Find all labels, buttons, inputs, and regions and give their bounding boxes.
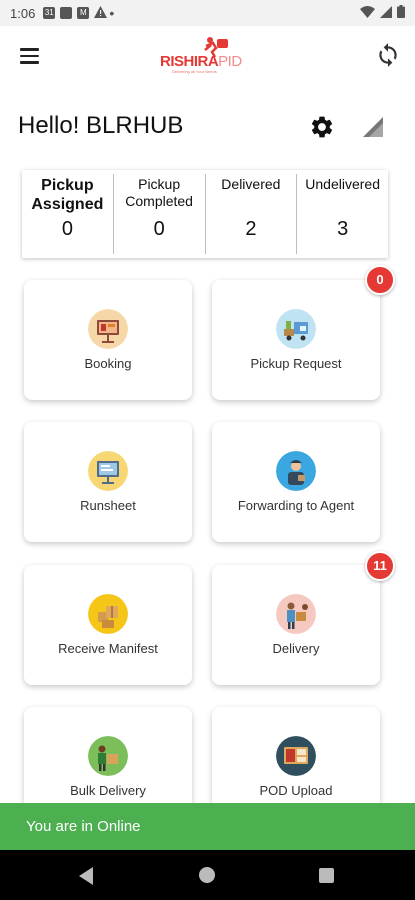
photo-icon bbox=[60, 7, 73, 19]
status-bar: 1:06 31 M • bbox=[0, 0, 415, 26]
snackbar-text: You are in Online bbox=[26, 818, 141, 835]
stats-card: Pickup Assigned 0 Pickup Completed 0 Del… bbox=[22, 170, 388, 258]
app-bar: RISHIRAPID Delivering all Your Needs bbox=[0, 26, 415, 86]
pod-upload-icon bbox=[276, 736, 316, 776]
greeting-text: Hello! BLRHUB bbox=[18, 112, 184, 139]
cell-signal-icon bbox=[380, 5, 392, 21]
bulk-delivery-icon bbox=[88, 736, 128, 776]
stat-delivered[interactable]: Delivered 2 bbox=[206, 174, 298, 254]
tile-booking[interactable]: Booking bbox=[24, 280, 192, 400]
wifi-icon bbox=[360, 5, 375, 21]
status-time: 1:06 bbox=[10, 5, 36, 21]
gmail-icon: M bbox=[77, 7, 90, 19]
logo-tagline: Delivering all Your Needs bbox=[172, 69, 217, 74]
stat-value: 0 bbox=[153, 218, 165, 240]
delivery-icon bbox=[276, 594, 316, 634]
tile-receive-manifest[interactable]: Receive Manifest bbox=[24, 565, 192, 685]
tile-delivery[interactable]: Delivery bbox=[212, 565, 380, 685]
tile-label: POD Upload bbox=[259, 783, 333, 798]
greeting-row: Hello! BLRHUB bbox=[0, 108, 415, 148]
tile-label: Bulk Delivery bbox=[70, 783, 146, 798]
tile-label: Delivery bbox=[272, 641, 320, 656]
stat-undelivered[interactable]: Undelivered 3 bbox=[297, 174, 388, 254]
calendar-icon: 31 bbox=[43, 7, 56, 19]
refresh-icon[interactable] bbox=[375, 42, 401, 68]
tile-label: Receive Manifest bbox=[58, 641, 158, 656]
stat-label: Pickup Assigned bbox=[31, 177, 104, 213]
warning-icon bbox=[94, 5, 108, 21]
back-icon[interactable] bbox=[79, 867, 93, 885]
delivery-badge: 11 bbox=[365, 551, 395, 581]
pickup-request-badge: 0 bbox=[365, 265, 395, 295]
online-status-snackbar: You are in Online bbox=[0, 803, 415, 850]
stat-label: Undelivered bbox=[305, 176, 380, 192]
battery-icon bbox=[397, 5, 405, 21]
forwarding-agent-icon bbox=[276, 451, 316, 491]
system-nav-bar bbox=[0, 850, 415, 900]
logo-accent: PID bbox=[218, 53, 242, 70]
stat-pickup-completed[interactable]: Pickup Completed 0 bbox=[114, 174, 206, 254]
tile-pickup-request[interactable]: Pickup Request bbox=[212, 280, 380, 400]
pickup-request-icon bbox=[276, 309, 316, 349]
tile-label: Forwarding to Agent bbox=[237, 498, 355, 513]
tile-forwarding-to-agent[interactable]: Forwarding to Agent bbox=[212, 422, 380, 542]
logo-main: RISHIRA bbox=[160, 53, 219, 70]
stat-value: 3 bbox=[337, 218, 349, 240]
runsheet-icon bbox=[88, 451, 128, 491]
stat-label: Delivered bbox=[221, 176, 281, 192]
notification-dot: • bbox=[109, 5, 115, 21]
booking-icon bbox=[88, 309, 128, 349]
menu-icon[interactable] bbox=[20, 43, 46, 69]
stat-value: 2 bbox=[245, 218, 257, 240]
stat-pickup-assigned[interactable]: Pickup Assigned 0 bbox=[22, 174, 114, 254]
app-logo: RISHIRAPID Delivering all Your Needs bbox=[160, 36, 260, 78]
logo-wordmark: RISHIRAPID bbox=[160, 53, 242, 70]
stat-label: Pickup Completed bbox=[125, 176, 193, 209]
signal-icon bbox=[361, 115, 385, 139]
receive-manifest-icon bbox=[88, 594, 128, 634]
tile-label: Runsheet bbox=[80, 498, 136, 513]
tile-label: Pickup Request bbox=[250, 356, 342, 371]
gear-icon[interactable] bbox=[309, 114, 335, 140]
status-right-icons bbox=[360, 5, 405, 21]
tile-runsheet[interactable]: Runsheet bbox=[24, 422, 192, 542]
recent-apps-icon[interactable] bbox=[319, 868, 334, 883]
stat-value: 0 bbox=[61, 218, 73, 240]
home-icon[interactable] bbox=[199, 867, 215, 883]
tile-label: Booking bbox=[84, 356, 132, 371]
